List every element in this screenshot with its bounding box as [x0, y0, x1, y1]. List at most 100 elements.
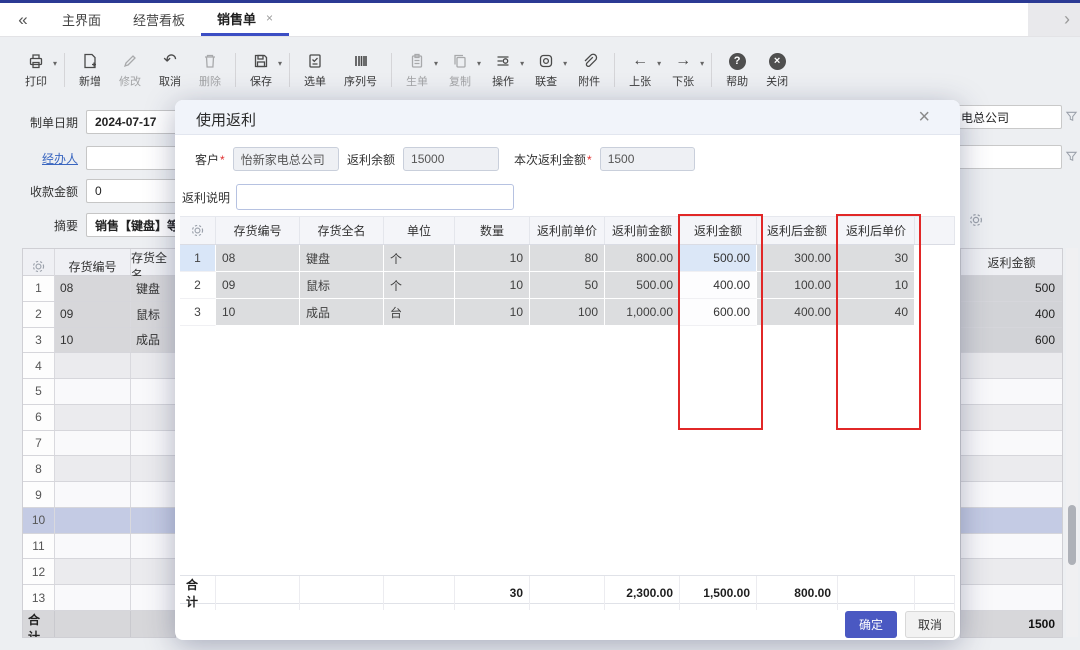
rebate-cell[interactable] — [961, 405, 1062, 431]
table-row[interactable]: 4 — [23, 353, 176, 379]
operations-button[interactable]: 操作 — [483, 51, 523, 89]
modify-button[interactable]: 修改 — [110, 51, 150, 89]
trash-icon — [200, 51, 220, 71]
customer-label: 客户* — [195, 151, 225, 168]
save-dropdown-caret[interactable]: ▾ — [278, 59, 282, 68]
paperclip-icon — [579, 51, 599, 71]
rebate-cell[interactable] — [961, 534, 1062, 560]
rebate-table-totals: 合计 30 2,300.00 1,500.00 800.00 — [180, 575, 955, 604]
table-row[interactable]: 8 — [23, 456, 176, 482]
table-row[interactable]: 3 10 成品 — [23, 328, 176, 354]
ok-button[interactable]: 确定 — [845, 611, 897, 638]
attachment-button[interactable]: 附件 — [569, 51, 609, 89]
customer-field[interactable]: 怡新家电总公司 — [233, 147, 339, 171]
rebate-amount-label: 本次返利金额* — [514, 151, 592, 168]
toolbar-separator — [289, 53, 290, 87]
dialog-close-icon[interactable]: × — [918, 106, 930, 129]
printer-icon — [26, 51, 46, 71]
close-button[interactable]: × 关闭 — [757, 51, 797, 89]
dialog-header — [175, 100, 960, 135]
handler-link[interactable]: 经办人 — [14, 150, 78, 167]
tab-main[interactable]: 主界面 — [46, 3, 117, 36]
table-row: 2 09 鼠标 个 10 50 500.00 400.00 100.00 10 — [180, 272, 955, 299]
filter-icon[interactable] — [1065, 110, 1079, 124]
rebate-cell[interactable] — [961, 559, 1062, 585]
vertical-scrollbar[interactable] — [1066, 248, 1078, 637]
print-button[interactable]: 打印 — [16, 51, 56, 89]
table-row[interactable]: 12 — [23, 559, 176, 585]
rebate-cell[interactable] — [961, 431, 1062, 457]
customer-field-tail[interactable]: 电总公司 — [952, 105, 1062, 129]
table-row[interactable]: 7 — [23, 431, 176, 457]
rebate-cell[interactable] — [961, 456, 1062, 482]
rebate-table-header: 存货编号 存货全名 单位 数量 返利前单价 返利前金额 返利金额 返利后金额 返… — [180, 216, 955, 245]
copy-button[interactable]: 复制 — [440, 51, 480, 89]
rebate-note-field[interactable] — [236, 184, 514, 210]
arrow-left-icon: ← — [630, 51, 650, 71]
table-row[interactable]: 1 08 键盘 — [23, 276, 176, 302]
table-row[interactable]: 6 — [23, 405, 176, 431]
tab-bar: « 主界面 经营看板 销售单 × › — [0, 3, 1080, 37]
previous-dropdown-caret[interactable]: ▾ — [657, 59, 661, 68]
next-dropdown-caret[interactable]: ▾ — [700, 59, 704, 68]
rebate-balance-field[interactable]: 15000 — [403, 147, 499, 171]
table-row: 3 10 成品 台 10 100 1,000.00 600.00 400.00 … — [180, 299, 955, 326]
sales-order-grid-left: 存货编号 存货全名 1 08 键盘 2 09 鼠标 3 10 — [22, 248, 176, 638]
serial-number-button[interactable]: 序列号 — [335, 51, 386, 89]
tab-close-icon[interactable]: × — [266, 11, 273, 25]
table-row[interactable]: 11 — [23, 534, 176, 560]
table-row[interactable]: 5 — [23, 379, 176, 405]
table-gear-icon[interactable] — [180, 217, 216, 244]
toolbar-separator — [711, 53, 712, 87]
scrollbar-thumb[interactable] — [1068, 505, 1076, 565]
linked-query-button[interactable]: 联查 — [526, 51, 566, 89]
sales-order-grid-rebate-column: 返利金额 500 400 600 — [960, 248, 1063, 638]
delete-button[interactable]: 删除 — [190, 51, 230, 89]
linked-query-dropdown-caret[interactable]: ▾ — [563, 59, 567, 68]
rebate-cell[interactable] — [961, 585, 1062, 611]
generate-order-button[interactable]: 生单 — [397, 51, 437, 89]
secondary-field[interactable] — [952, 145, 1062, 169]
table-row[interactable]: 9 — [23, 482, 176, 508]
tab-dashboard[interactable]: 经营看板 — [117, 3, 201, 36]
collapse-sidebar-icon[interactable]: « — [0, 3, 46, 36]
tab-overflow-chevron-icon[interactable]: › — [1028, 3, 1080, 36]
close-circle-icon: × — [767, 51, 787, 71]
filter-icon[interactable] — [1065, 150, 1079, 164]
table-row[interactable]: 2 09 鼠标 — [23, 302, 176, 328]
help-icon: ? — [727, 51, 747, 71]
select-order-button[interactable]: 选单 — [295, 51, 335, 89]
rebate-balance-label: 返利余额 — [347, 151, 395, 168]
undo-icon: ↶ — [160, 51, 180, 71]
rebate-amount-cell[interactable]: 400.00 — [680, 272, 757, 299]
rebate-cell[interactable]: 500 — [961, 276, 1062, 302]
help-button[interactable]: ? 帮助 — [717, 51, 757, 89]
next-doc-button[interactable]: → 下张 — [663, 51, 703, 89]
grid-settings-gear-icon[interactable] — [968, 212, 984, 228]
toolbar-separator — [614, 53, 615, 87]
toolbar: 打印 ▾ 新增 修改 ↶ 取消 删除 保存 ▾ 选 — [16, 45, 797, 95]
toolbar-separator — [64, 53, 65, 87]
rebate-amount-cell[interactable]: 600.00 — [680, 299, 757, 326]
rebate-cell[interactable] — [961, 353, 1062, 379]
received-amount-row: 收款金额 0 — [14, 179, 194, 203]
rebate-cell[interactable] — [961, 482, 1062, 508]
rebate-amount-cell[interactable]: 500.00 — [680, 245, 757, 272]
rebate-cell[interactable] — [961, 379, 1062, 405]
rebate-amount-field[interactable]: 1500 — [600, 147, 695, 171]
cancel-button[interactable]: 取消 — [905, 611, 955, 638]
operations-dropdown-caret[interactable]: ▾ — [520, 59, 524, 68]
new-button[interactable]: 新增 — [70, 51, 110, 89]
rebate-items-table: 存货编号 存货全名 单位 数量 返利前单价 返利前金额 返利金额 返利后金额 返… — [180, 216, 955, 326]
save-button[interactable]: 保存 — [241, 51, 281, 89]
rebate-cell[interactable]: 400 — [961, 302, 1062, 328]
rebate-cell[interactable]: 600 — [961, 328, 1062, 354]
rebate-cell[interactable] — [961, 508, 1062, 534]
tab-sales-order[interactable]: 销售单 × — [201, 3, 289, 36]
print-dropdown-caret[interactable]: ▾ — [53, 59, 57, 68]
table-row[interactable]: 13 — [23, 585, 176, 611]
table-row[interactable]: 10 — [23, 508, 176, 534]
previous-doc-button[interactable]: ← 上张 — [620, 51, 660, 89]
use-rebate-dialog: 使用返利 × 客户* 怡新家电总公司 返利余额 15000 本次返利金额* 15… — [175, 100, 960, 640]
cancel-button[interactable]: ↶ 取消 — [150, 51, 190, 89]
